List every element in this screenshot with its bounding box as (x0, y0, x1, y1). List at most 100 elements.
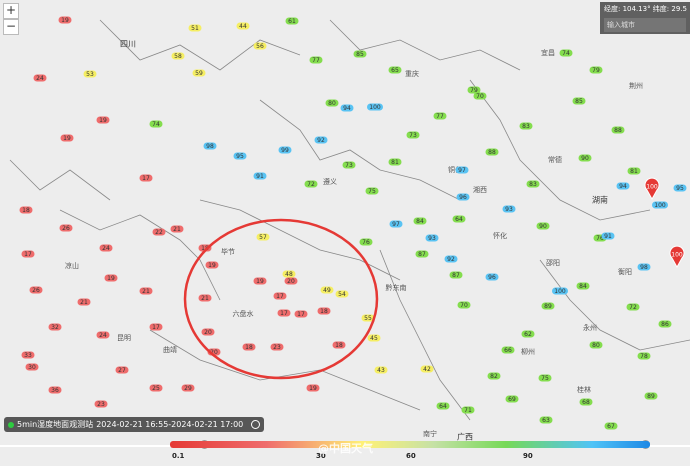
station-marker-yellow[interactable]: 58 (171, 52, 185, 60)
station-marker-green[interactable]: 79 (589, 66, 603, 74)
station-marker-green[interactable]: 77 (433, 112, 447, 120)
station-marker-green[interactable]: 81 (627, 167, 641, 175)
station-marker-red[interactable]: 30 (25, 363, 39, 371)
station-marker-red[interactable]: 17 (149, 323, 163, 331)
station-marker-yellow[interactable]: 54 (335, 290, 349, 298)
clock-icon[interactable] (251, 420, 260, 429)
station-marker-red[interactable]: 19 (60, 134, 74, 142)
station-marker-yellow[interactable]: 51 (188, 24, 202, 32)
station-marker-green[interactable]: 67 (604, 422, 618, 430)
station-marker-green[interactable]: 75 (365, 187, 379, 195)
station-marker-green[interactable]: 72 (626, 303, 640, 311)
station-marker-yellow[interactable]: 59 (192, 69, 206, 77)
station-marker-blue[interactable]: 99 (278, 146, 292, 154)
station-marker-green[interactable]: 73 (342, 161, 356, 169)
zoom-in-button[interactable]: + (3, 3, 19, 19)
station-marker-red[interactable]: 18 (332, 341, 346, 349)
station-marker-green[interactable]: 70 (457, 301, 471, 309)
station-marker-red[interactable]: 21 (170, 225, 184, 233)
station-marker-green[interactable]: 87 (449, 271, 463, 279)
station-marker-green[interactable]: 77 (309, 56, 323, 64)
station-marker-yellow[interactable]: 48 (282, 270, 296, 278)
station-marker-green[interactable]: 85 (572, 97, 586, 105)
station-marker-blue[interactable]: 94 (340, 104, 354, 112)
station-marker-red[interactable]: 17 (139, 174, 153, 182)
station-marker-red[interactable]: 27 (115, 366, 129, 374)
station-marker-blue[interactable]: 94 (616, 182, 630, 190)
station-marker-red[interactable]: 18 (242, 343, 256, 351)
station-marker-green[interactable]: 64 (436, 402, 450, 410)
station-marker-green[interactable]: 90 (536, 222, 550, 230)
station-marker-green[interactable]: 75 (538, 374, 552, 382)
station-marker-blue[interactable]: 92 (444, 255, 458, 263)
station-marker-green[interactable]: 64 (452, 215, 466, 223)
station-marker-blue[interactable]: 91 (253, 172, 267, 180)
station-marker-green[interactable]: 84 (576, 282, 590, 290)
station-marker-blue[interactable]: 95 (233, 152, 247, 160)
station-marker-red[interactable]: 21 (139, 287, 153, 295)
station-marker-green[interactable]: 68 (579, 398, 593, 406)
station-marker-red[interactable]: 19 (205, 261, 219, 269)
station-marker-blue[interactable]: 96 (456, 193, 470, 201)
station-marker-blue[interactable]: 91 (601, 232, 615, 240)
station-marker-green[interactable]: 78 (637, 352, 651, 360)
station-marker-green[interactable]: 80 (589, 341, 603, 349)
station-marker-green[interactable]: 89 (644, 392, 658, 400)
station-marker-blue[interactable]: 97 (455, 166, 469, 174)
station-marker-blue[interactable]: 93 (425, 234, 439, 242)
station-marker-blue[interactable]: 100 (652, 201, 668, 209)
station-marker-yellow[interactable]: 45 (367, 334, 381, 342)
station-marker-red[interactable]: 18 (19, 206, 33, 214)
station-marker-red[interactable]: 25 (149, 384, 163, 392)
station-marker-green[interactable]: 83 (526, 180, 540, 188)
station-marker-red[interactable]: 20 (201, 328, 215, 336)
station-marker-red[interactable]: 18 (317, 307, 331, 315)
station-marker-green[interactable]: 66 (501, 346, 515, 354)
station-marker-red[interactable]: 24 (96, 331, 110, 339)
station-marker-red[interactable]: 24 (33, 74, 47, 82)
station-marker-red[interactable]: 32 (48, 323, 62, 331)
station-marker-blue[interactable]: 100 (552, 287, 568, 295)
station-marker-yellow[interactable]: 44 (236, 22, 250, 30)
station-marker-green[interactable]: 63 (539, 416, 553, 424)
station-marker-blue[interactable]: 97 (389, 220, 403, 228)
station-marker-red[interactable]: 33 (21, 351, 35, 359)
station-marker-green[interactable]: 72 (304, 180, 318, 188)
station-marker-blue[interactable]: 98 (637, 263, 651, 271)
station-marker-yellow[interactable]: 56 (253, 42, 267, 50)
station-marker-blue[interactable]: 93 (502, 205, 516, 213)
station-marker-red[interactable]: 29 (181, 384, 195, 392)
station-marker-red[interactable]: 36 (48, 386, 62, 394)
station-marker-green[interactable]: 76 (359, 238, 373, 246)
station-marker-green[interactable]: 90 (578, 154, 592, 162)
station-marker-green[interactable]: 81 (388, 158, 402, 166)
station-marker-red[interactable]: 24 (99, 244, 113, 252)
station-marker-red[interactable]: 17 (273, 292, 287, 300)
station-marker-green[interactable]: 87 (415, 250, 429, 258)
station-marker-green[interactable]: 88 (485, 148, 499, 156)
station-marker-red[interactable]: 19 (104, 274, 118, 282)
station-marker-blue[interactable]: 95 (673, 184, 687, 192)
zoom-out-button[interactable]: − (3, 19, 19, 35)
station-marker-blue[interactable]: 96 (485, 273, 499, 281)
station-marker-red[interactable]: 26 (29, 286, 43, 294)
station-marker-blue[interactable]: 98 (203, 142, 217, 150)
station-marker-yellow[interactable]: 42 (420, 365, 434, 373)
humidity-map[interactable]: 重庆毕节六盘水黔东南怀化永州邵阳衡阳常德荆州宜昌湘西昆明曲靖凉山遵义铜仁柳州桂林… (0, 0, 690, 466)
station-marker-green[interactable]: 85 (353, 50, 367, 58)
station-marker-green[interactable]: 88 (611, 126, 625, 134)
station-marker-red[interactable]: 21 (198, 294, 212, 302)
station-marker-yellow[interactable]: 53 (83, 70, 97, 78)
station-marker-green[interactable]: 84 (413, 217, 427, 225)
station-marker-yellow[interactable]: 57 (256, 233, 270, 241)
station-marker-yellow[interactable]: 43 (374, 366, 388, 374)
city-search-input[interactable]: 输入城市 (604, 18, 686, 32)
station-marker-red[interactable]: 23 (94, 400, 108, 408)
station-marker-yellow[interactable]: 49 (320, 286, 334, 294)
station-marker-red[interactable]: 19 (253, 277, 267, 285)
station-marker-green[interactable]: 82 (487, 372, 501, 380)
station-marker-green[interactable]: 69 (505, 395, 519, 403)
station-marker-green[interactable]: 61 (285, 17, 299, 25)
station-marker-red[interactable]: 19 (58, 16, 72, 24)
station-marker-green[interactable]: 74 (149, 120, 163, 128)
